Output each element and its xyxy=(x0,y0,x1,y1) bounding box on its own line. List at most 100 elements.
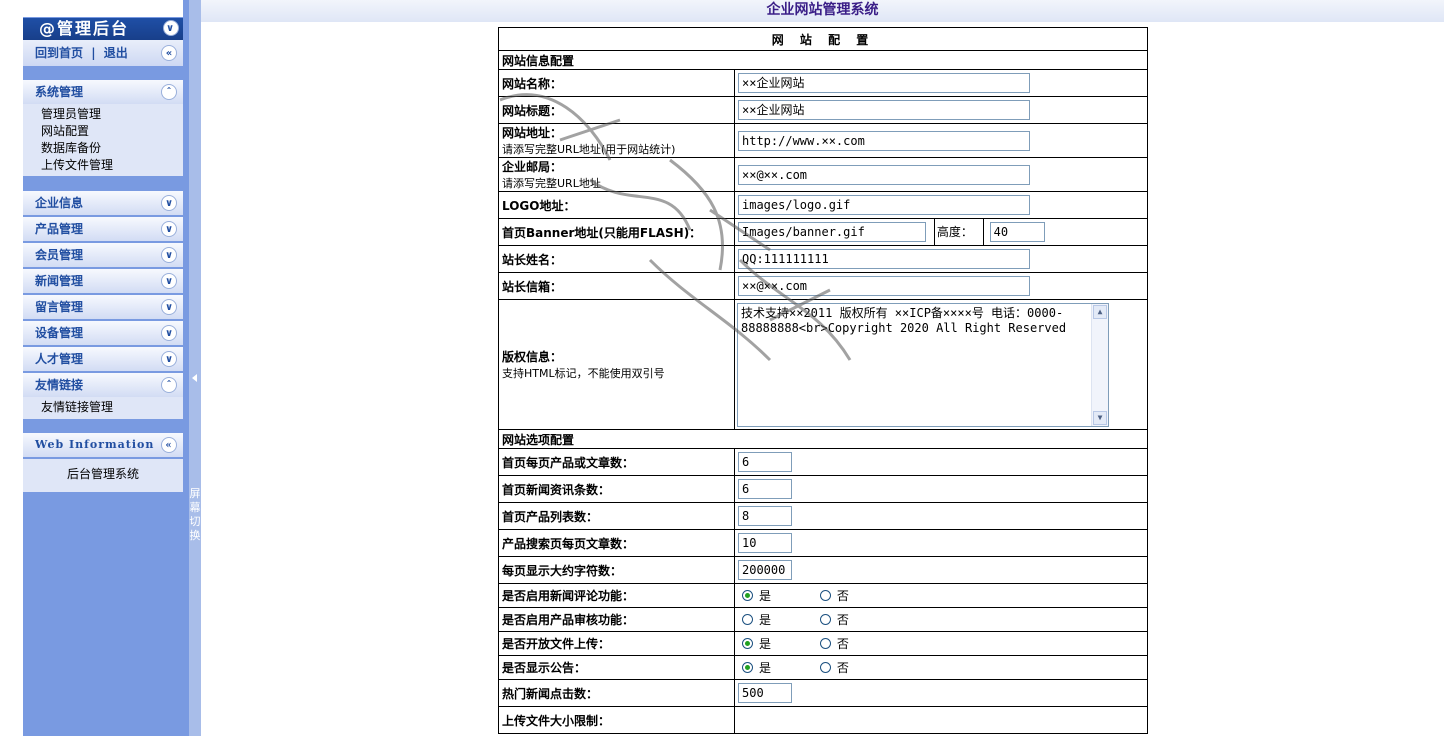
radio-no[interactable] xyxy=(819,614,831,625)
section-site-options: 网站选项配置 xyxy=(498,429,1148,449)
site-title-input[interactable]: ××企业网站 xyxy=(738,100,1030,120)
collapse-left-icon[interactable]: « xyxy=(161,45,177,61)
screen-toggle-splitter[interactable]: 屏幕切换 xyxy=(189,0,201,736)
menu-news[interactable]: 新闻管理 ∨ xyxy=(23,269,183,293)
sidebar: @管理后台 ∨ 回到首页 | 退出 « 系统管理 ˆ 管理员管理 网站配置 数据… xyxy=(23,0,189,736)
radio-yes[interactable] xyxy=(742,662,753,673)
menu-item-upload-files[interactable]: 上传文件管理 xyxy=(41,157,183,174)
option-input[interactable]: 6 xyxy=(738,479,792,499)
site-url-hint: 请添写完整URL地址(用于网站统计) xyxy=(502,143,676,156)
chevron-down-icon[interactable]: ∨ xyxy=(161,325,177,341)
radio-no[interactable] xyxy=(819,590,831,601)
option-label: 首页新闻资讯条数： xyxy=(498,475,735,503)
menu-company[interactable]: 企业信息 ∨ xyxy=(23,191,183,215)
logout-link[interactable]: 退出 xyxy=(104,46,128,60)
banner-height-label: 高度： xyxy=(933,218,984,246)
page-title: 企业网站管理系统 xyxy=(766,2,879,18)
site-title-label: 网站标题： xyxy=(498,96,735,124)
option-input[interactable]: 8 xyxy=(738,506,792,526)
email-input[interactable]: ××@××.com xyxy=(738,164,1030,185)
menu-equipment-label: 设备管理 xyxy=(35,326,84,340)
radio-yes[interactable] xyxy=(742,638,753,649)
radio-yes[interactable] xyxy=(742,590,753,601)
menu-news-label: 新闻管理 xyxy=(35,274,84,288)
site-name-label: 网站名称： xyxy=(498,69,735,97)
copyright-textarea[interactable]: 技术支持××2011 版权所有 ××ICP备××××号 电话：0000-8888… xyxy=(737,302,1109,427)
radio-yes[interactable] xyxy=(742,614,753,625)
menu-item-db-backup[interactable]: 数据库备份 xyxy=(41,140,183,157)
web-info-header: Web Information « xyxy=(23,433,183,457)
radio-row-label: 是否启用新闻评论功能： xyxy=(498,583,735,608)
screen-toggle-label: 屏幕切换 xyxy=(189,487,201,542)
chevron-down-icon[interactable]: ∨ xyxy=(161,299,177,315)
upload-limit-label: 上传文件大小限制： xyxy=(498,706,735,734)
submenu-links: 友情链接管理 xyxy=(23,397,183,419)
menu-item-site-config[interactable]: 网站配置 xyxy=(41,123,183,140)
option-label: 每页显示大约字符数： xyxy=(498,556,735,584)
chevron-up-icon[interactable]: ˆ xyxy=(161,377,177,393)
radio-no[interactable] xyxy=(819,638,831,649)
menu-members[interactable]: 会员管理 ∨ xyxy=(23,243,183,267)
email-label: 企业邮局： xyxy=(502,160,563,174)
menu-links[interactable]: 友情链接 ˆ xyxy=(23,373,183,397)
collapse-arrow-icon[interactable] xyxy=(192,374,197,382)
banner-height-input[interactable]: 40 xyxy=(989,222,1045,242)
menu-talent[interactable]: 人才管理 ∨ xyxy=(23,347,183,371)
radio-no[interactable] xyxy=(819,662,831,673)
radio-row-label: 是否显示公告： xyxy=(498,655,735,680)
owner-email-input[interactable]: ××@××.com xyxy=(738,276,1030,296)
site-url-input[interactable]: http://www.××.com xyxy=(738,130,1030,151)
radio-yes-label: 是 xyxy=(759,661,772,675)
site-name-input[interactable]: ××企业网站 xyxy=(738,73,1030,93)
chevron-down-icon[interactable]: ∨ xyxy=(161,247,177,263)
chevron-down-icon[interactable]: ∨ xyxy=(163,20,179,36)
option-label: 产品搜索页每页文章数： xyxy=(498,529,735,557)
radio-no-label: 否 xyxy=(836,589,849,603)
menu-members-label: 会员管理 xyxy=(35,248,84,262)
menu-messages[interactable]: 留言管理 ∨ xyxy=(23,295,183,319)
chevron-down-icon[interactable]: ∨ xyxy=(161,351,177,367)
scroll-down-icon[interactable]: ▼ xyxy=(1093,410,1107,425)
banner-input[interactable]: Images/banner.gif xyxy=(738,222,926,242)
owner-name-label: 站长姓名： xyxy=(498,245,735,273)
textarea-scrollbar[interactable]: ▲ ▼ xyxy=(1091,303,1108,426)
hot-news-label: 热门新闻点击数： xyxy=(498,679,735,707)
section-site-info: 网站信息配置 xyxy=(498,50,1148,70)
menu-equipment[interactable]: 设备管理 ∨ xyxy=(23,321,183,345)
sidebar-top-spacer xyxy=(23,0,183,17)
scroll-up-icon[interactable]: ▲ xyxy=(1093,304,1107,319)
menu-products-label: 产品管理 xyxy=(35,222,84,236)
radio-row-label: 是否启用产品审核功能： xyxy=(498,607,735,632)
site-url-label: 网站地址： xyxy=(502,126,563,140)
menu-company-label: 企业信息 xyxy=(35,196,84,210)
radio-yes-label: 是 xyxy=(759,613,772,627)
hot-news-input[interactable]: 500 xyxy=(738,683,792,703)
chevron-down-icon[interactable]: ∨ xyxy=(161,273,177,289)
chevron-down-icon[interactable]: ∨ xyxy=(161,195,177,211)
page-title-bar: 企业网站管理系统 xyxy=(201,0,1444,22)
copyright-label: 版权信息： xyxy=(502,350,563,364)
option-input[interactable]: 200000 xyxy=(738,560,792,580)
menu-item-admins[interactable]: 管理员管理 xyxy=(41,106,183,123)
home-link[interactable]: 回到首页 xyxy=(35,46,83,60)
menu-talent-label: 人才管理 xyxy=(35,352,84,366)
owner-name-input[interactable]: QQ:111111111 xyxy=(738,249,1030,269)
logo-input[interactable]: images/logo.gif xyxy=(738,195,1030,215)
admin-header-title: @管理后台 xyxy=(39,19,130,38)
menu-system[interactable]: 系统管理 ˆ xyxy=(23,80,183,104)
option-input[interactable]: 6 xyxy=(738,452,792,472)
menu-item-links-manage[interactable]: 友情链接管理 xyxy=(41,399,183,416)
left-margin xyxy=(0,0,23,736)
menu-products[interactable]: 产品管理 ∨ xyxy=(23,217,183,241)
chevron-up-icon[interactable]: ˆ xyxy=(161,84,177,100)
radio-no-label: 否 xyxy=(836,613,849,627)
radio-yes-label: 是 xyxy=(759,589,772,603)
option-label: 首页每页产品或文章数： xyxy=(498,448,735,476)
upload-limit-cell xyxy=(734,706,1148,734)
config-caption: 网 站 配 置 xyxy=(498,27,1148,51)
copyright-hint: 支持HTML标记，不能使用双引号 xyxy=(502,367,665,380)
chevron-down-icon[interactable]: ∨ xyxy=(161,221,177,237)
collapse-left-icon[interactable]: « xyxy=(161,437,177,453)
option-input[interactable]: 10 xyxy=(738,533,792,553)
radio-row-label: 是否开放文件上传： xyxy=(498,631,735,656)
